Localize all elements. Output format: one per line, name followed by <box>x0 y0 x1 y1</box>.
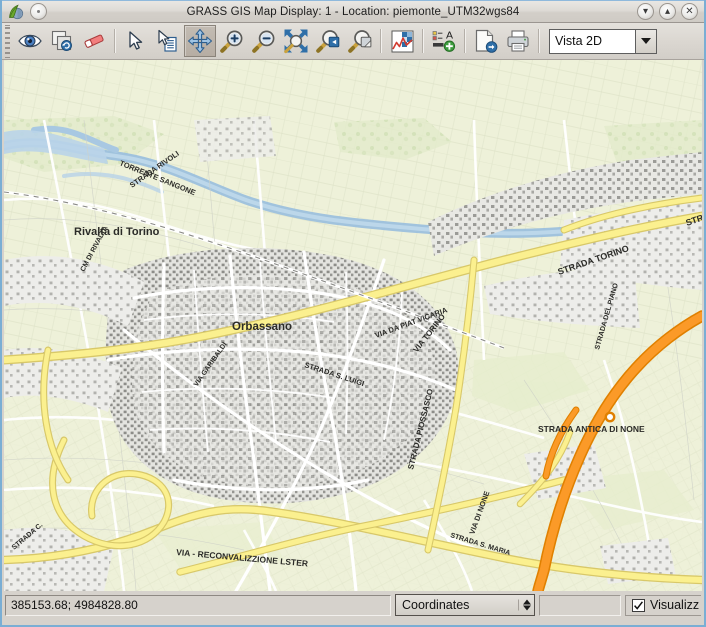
toolbar-separator <box>464 29 466 53</box>
save-display-button[interactable] <box>470 25 502 57</box>
title-bar-left-controls <box>2 3 47 20</box>
window-controls: ▾ ▴ ✕ <box>637 3 704 20</box>
view-mode-value[interactable]: Vista 2D <box>549 28 635 54</box>
analyze-map-button[interactable] <box>386 25 418 57</box>
coordinates-readout: 385153.68; 4984828.80 <box>5 594 391 616</box>
map-vector-layers: Rivalta di Torino Orbassano STRADA TORIN… <box>4 60 702 591</box>
pan-button[interactable] <box>184 25 216 57</box>
print-button[interactable] <box>502 25 534 57</box>
title-bar: GRASS GIS Map Display: 1 - Location: pie… <box>2 0 704 23</box>
grass-leaf-icon <box>7 3 24 20</box>
road-label-strada-antica-di-none: STRADA ANTICA DI NONE <box>538 424 645 434</box>
svg-text:A: A <box>446 29 453 41</box>
spinner-arrows-icon[interactable] <box>518 599 531 611</box>
render-all-button[interactable] <box>46 25 78 57</box>
motorway-junction <box>604 411 616 423</box>
pointer-button[interactable] <box>120 25 152 57</box>
view-mode-combobox[interactable]: Vista 2D <box>549 28 657 54</box>
window-menu-icon[interactable] <box>30 3 47 20</box>
map-raster-layer: Rivalta di Torino Orbassano STRADA TORIN… <box>4 60 702 591</box>
toolbar-drag-grip[interactable] <box>3 24 12 58</box>
close-button[interactable]: ✕ <box>681 3 698 20</box>
map-display-canvas[interactable]: Rivalta di Torino Orbassano STRADA TORIN… <box>4 60 702 591</box>
window-title: GRASS GIS Map Display: 1 - Location: pie… <box>186 5 520 18</box>
statusbar-mode-value: Coordinates <box>402 598 470 612</box>
map-toolbar: A Vista 2D <box>2 23 704 60</box>
auto-render-label: Visualizz <box>650 598 700 612</box>
display-map-button[interactable] <box>14 25 46 57</box>
erase-display-button[interactable] <box>78 25 110 57</box>
maximize-button[interactable]: ▴ <box>659 3 676 20</box>
zoom-out-button[interactable] <box>248 25 280 57</box>
place-label-orbassano: Orbassano <box>232 321 292 333</box>
zoom-in-button[interactable] <box>216 25 248 57</box>
auto-render-checkbox[interactable]: Visualizz <box>625 594 701 616</box>
toolbar-separator <box>114 29 116 53</box>
add-map-elements-button[interactable]: A <box>428 25 460 57</box>
chevron-down-icon[interactable] <box>635 28 657 54</box>
status-bar: 385153.68; 4984828.80 Coordinates Visual… <box>2 591 704 619</box>
toolbar-separator <box>538 29 540 53</box>
statusbar-extra-field <box>539 594 621 616</box>
checkbox-checked-icon[interactable] <box>632 598 645 612</box>
zoom-back-button[interactable] <box>312 25 344 57</box>
toolbar-separator <box>380 29 382 53</box>
zoom-extent-button[interactable] <box>280 25 312 57</box>
query-button[interactable] <box>152 25 184 57</box>
toolbar-separator <box>422 29 424 53</box>
zoom-options-button[interactable] <box>344 25 376 57</box>
map-display-window: GRASS GIS Map Display: 1 - Location: pie… <box>0 0 706 627</box>
place-label-rivalta: Rivalta di Torino <box>74 226 160 238</box>
statusbar-mode-select[interactable]: Coordinates <box>395 594 535 616</box>
minimize-button[interactable]: ▾ <box>637 3 654 20</box>
